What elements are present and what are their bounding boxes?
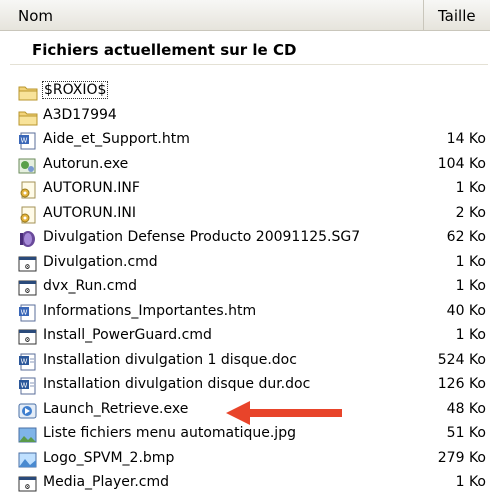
column-header-name-label: Nom xyxy=(18,7,54,25)
file-row-14[interactable]: Liste fichiers menu automatique.jpg 51 K… xyxy=(0,423,490,448)
group-title: Fichiers actuellement sur le CD xyxy=(32,41,297,59)
file-size: 1 Ko xyxy=(455,474,486,490)
file-row-3[interactable]: Autorun.exe 104 Ko xyxy=(0,154,490,179)
file-row-0[interactable]: $ROXIO$ xyxy=(0,80,490,105)
cmd-file-icon: ⚙ xyxy=(18,279,38,297)
file-name: A3D17994 xyxy=(43,106,117,123)
file-row-1[interactable]: A3D17994 xyxy=(0,105,490,130)
svg-text:W: W xyxy=(21,357,28,365)
file-name: AUTORUN.INI xyxy=(43,204,137,221)
file-list: $ROXIO$ A3D17994 W Aide_et_Support.htm 1… xyxy=(0,80,490,497)
file-row-2[interactable]: W Aide_et_Support.htm 14 Ko xyxy=(0,129,490,154)
htm-file-icon: W xyxy=(18,132,38,150)
file-row-8[interactable]: ⚙ dvx_Run.cmd 1 Ko xyxy=(0,276,490,301)
file-name: Divulgation.cmd xyxy=(43,253,158,270)
folder-icon xyxy=(18,83,38,101)
file-size: 1 Ko xyxy=(455,327,486,343)
file-row-16[interactable]: ⚙ Media_Player.cmd 1 Ko xyxy=(0,472,490,497)
file-name: Liste fichiers menu automatique.jpg xyxy=(43,425,296,441)
svg-text:⚙: ⚙ xyxy=(25,335,30,344)
file-size: 524 Ko xyxy=(437,351,486,368)
config-file-icon xyxy=(18,206,38,224)
file-size: 1 Ko xyxy=(455,278,486,294)
launch-exe-icon xyxy=(18,402,38,420)
file-name: AUTORUN.INF xyxy=(43,180,140,196)
svg-text:⚙: ⚙ xyxy=(25,482,30,491)
svg-text:⚙: ⚙ xyxy=(25,262,30,271)
file-row-6[interactable]: Divulgation Defense Producto 20091125.SG… xyxy=(0,227,490,252)
cmd-file-icon: ⚙ xyxy=(18,255,38,273)
sg7-file-icon xyxy=(18,230,38,248)
exe-file-icon xyxy=(18,157,38,175)
file-size: 126 Ko xyxy=(437,376,486,392)
file-name: $ROXIO$ xyxy=(41,81,109,99)
folder-icon xyxy=(18,108,38,126)
file-row-9[interactable]: W Informations_Importantes.htm 40 Ko xyxy=(0,301,490,326)
file-size: 14 Ko xyxy=(446,131,486,147)
file-row-15[interactable]: Logo_SPVM_2.bmp 279 Ko xyxy=(0,448,490,473)
file-row-4[interactable]: AUTORUN.INF 1 Ko xyxy=(0,178,490,203)
svg-text:W: W xyxy=(21,382,28,390)
file-name: Informations_Importantes.htm xyxy=(43,302,257,319)
group-divider xyxy=(10,64,488,65)
file-row-10[interactable]: ⚙ Install_PowerGuard.cmd 1 Ko xyxy=(0,325,490,350)
svg-text:W: W xyxy=(21,308,28,316)
htm-file-icon: W xyxy=(18,304,38,322)
file-row-11[interactable]: W Installation divulgation 1 disque.doc … xyxy=(0,350,490,375)
file-name: Divulgation Defense Producto 20091125.SG… xyxy=(43,229,361,245)
file-size: 104 Ko xyxy=(437,155,486,172)
red-arrow-annotation xyxy=(226,401,342,425)
file-name: Installation divulgation 1 disque.doc xyxy=(43,351,297,368)
file-row-5[interactable]: AUTORUN.INI 2 Ko xyxy=(0,203,490,228)
file-size: 62 Ko xyxy=(446,229,486,245)
file-row-7[interactable]: ⚙ Divulgation.cmd 1 Ko xyxy=(0,252,490,277)
file-row-12[interactable]: W Installation divulgation disque dur.do… xyxy=(0,374,490,399)
file-size: 2 Ko xyxy=(455,204,486,221)
svg-text:W: W xyxy=(21,137,28,145)
bmp-file-icon xyxy=(18,451,38,469)
column-header-bar: Nom Taille xyxy=(0,0,490,31)
doc-file-icon: W xyxy=(18,353,38,371)
file-name: Launch_Retrieve.exe xyxy=(43,400,189,417)
file-size: 40 Ko xyxy=(446,302,486,319)
file-name: dvx_Run.cmd xyxy=(43,278,137,294)
file-size: 51 Ko xyxy=(446,425,486,441)
file-size: 1 Ko xyxy=(455,180,486,196)
column-header-size[interactable]: Taille xyxy=(424,0,490,30)
column-header-name[interactable]: Nom xyxy=(0,0,424,30)
file-name: Autorun.exe xyxy=(43,155,129,172)
file-name: Installation divulgation disque dur.doc xyxy=(43,376,311,392)
doc-file-icon: W xyxy=(18,377,38,395)
jpg-file-icon xyxy=(18,426,38,444)
file-size: 1 Ko xyxy=(455,253,486,270)
config-file-icon xyxy=(18,181,38,199)
file-name: Logo_SPVM_2.bmp xyxy=(43,449,175,466)
file-name: Install_PowerGuard.cmd xyxy=(43,327,212,343)
file-size: 48 Ko xyxy=(446,400,486,417)
svg-text:⚙: ⚙ xyxy=(25,286,30,295)
file-name: Media_Player.cmd xyxy=(43,474,169,490)
column-header-size-label: Taille xyxy=(438,7,476,25)
file-name: Aide_et_Support.htm xyxy=(43,131,190,147)
cmd-file-icon: ⚙ xyxy=(18,328,38,346)
cmd-file-icon: ⚙ xyxy=(18,475,38,493)
file-size: 279 Ko xyxy=(437,449,486,466)
